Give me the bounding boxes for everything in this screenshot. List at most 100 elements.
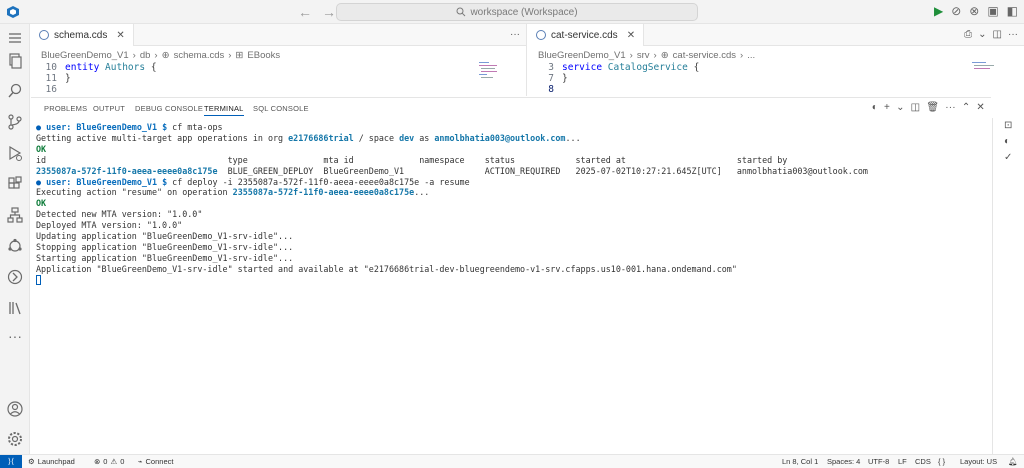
arrow-left-icon[interactable]: ← <box>298 4 312 20</box>
terminal-prompt: user: BlueGreenDemo_V1 $ <box>46 176 168 187</box>
terminal-profile-icon[interactable]: ◐ <box>1004 136 1010 147</box>
encoding[interactable]: UTF-8 <box>868 457 889 466</box>
trash-icon[interactable]: 🗑 <box>926 102 939 113</box>
code-line[interactable]: 10 entity Authors { <box>31 62 526 73</box>
terminal-prompt: user: BlueGreenDemo_V1 $ <box>46 122 168 132</box>
terminal-line: Application "BlueGreenDemo_V1-srv-idle" … <box>36 263 737 274</box>
check-icon[interactable]: ✓ <box>1004 152 1012 163</box>
deploy-icon[interactable] <box>6 268 24 286</box>
cds-file-icon <box>536 30 546 40</box>
split-editor-icon[interactable]: ▣ <box>987 4 998 18</box>
split-terminal-icon[interactable]: ◫ <box>911 102 921 113</box>
more-actions-icon[interactable]: ··· <box>510 29 520 40</box>
launchpad-item[interactable]: ⚙ Launchpad <box>28 457 75 466</box>
breadcrumb-item[interactable]: schema.cds <box>174 50 225 61</box>
indentation[interactable]: Spaces: 4 <box>827 457 860 466</box>
launchpad-label: Launchpad <box>37 457 75 466</box>
tab-bar-left: schema.cds ✕ ··· <box>31 24 526 46</box>
extensions-icon[interactable] <box>6 175 24 193</box>
chevron-down-icon[interactable]: ⌄ <box>978 29 986 40</box>
line-number: 3 <box>548 62 554 73</box>
feedback-icon[interactable]: { } <box>938 457 945 466</box>
terminal-table-row: BLUE_GREEN_DEPLOY BlueGreenDemo_V1 ACTIO… <box>217 165 868 176</box>
cds-file-icon <box>39 30 49 40</box>
minimap-right[interactable] <box>968 60 1008 90</box>
library-icon[interactable] <box>6 299 24 317</box>
cds-file-icon: ⊕ <box>161 49 170 61</box>
chevron-right-icon: › <box>154 49 158 61</box>
debug-icon[interactable]: ⊘ <box>951 4 961 18</box>
breadcrumb-item[interactable]: EBooks <box>247 50 280 61</box>
code-line[interactable]: 16 <box>31 84 526 95</box>
code-line[interactable]: 3 service CatalogService { <box>528 62 1024 73</box>
maximize-icon[interactable]: ⌃ <box>962 102 971 113</box>
chevron-right-icon: › <box>132 49 136 61</box>
new-terminal-icon[interactable]: + <box>884 102 890 113</box>
hierarchy-icon[interactable] <box>6 206 24 224</box>
more-icon[interactable]: ··· <box>6 329 24 348</box>
warning-count: 0 <box>120 457 125 466</box>
layout-icon[interactable]: ◧ <box>1007 4 1018 18</box>
more-actions-icon[interactable]: ··· <box>1008 29 1018 40</box>
tab-terminal[interactable]: TERMINAL <box>204 104 244 116</box>
command-center[interactable]: workspace (Workspace) <box>336 3 698 21</box>
tab-debug-console[interactable]: DEBUG CONSOLE <box>135 104 203 113</box>
run-debug-icon[interactable] <box>6 144 24 162</box>
connect-item[interactable]: ⌁ Connect <box>138 457 173 466</box>
cursor-position[interactable]: Ln 8, Col 1 <box>782 457 818 466</box>
tab-output[interactable]: OUTPUT <box>93 104 125 113</box>
split-editor-icon[interactable]: ◫ <box>993 29 1002 40</box>
code-line[interactable]: 11} <box>31 73 526 84</box>
tab-schema-cds[interactable]: schema.cds ✕ <box>31 24 134 46</box>
minimap-left[interactable] <box>475 60 515 90</box>
account-icon[interactable] <box>6 400 24 418</box>
remote-icon[interactable]: ⟩⟨ <box>0 455 22 468</box>
terminal-cursor[interactable] <box>36 275 41 286</box>
terminal-email: anmolbhatia003@outlook.com <box>434 132 566 143</box>
menu-icon[interactable] <box>6 29 24 47</box>
tab-sql-console[interactable]: SQL CONSOLE <box>253 104 309 113</box>
arrow-right-icon[interactable]: → <box>322 4 336 20</box>
breadcrumb-item[interactable]: BlueGreenDemo_V1 <box>538 50 626 61</box>
problems-item[interactable]: ⊗ 0 ⚠ 0 <box>94 457 124 466</box>
close-icon[interactable]: ⊗ <box>969 4 979 18</box>
tab-problems[interactable]: PROBLEMS <box>44 104 87 113</box>
breadcrumb-item[interactable]: ... <box>747 50 755 61</box>
launchpad-icon: ⚙ <box>28 457 35 466</box>
network-icon[interactable] <box>6 237 24 255</box>
breadcrumb-item[interactable]: BlueGreenDemo_V1 <box>41 50 129 61</box>
keyboard-layout[interactable]: Layout: US <box>960 457 997 466</box>
more-actions-icon[interactable]: ··· <box>945 102 956 113</box>
terminal-output[interactable]: ● user: BlueGreenDemo_V1 $ cf mta-ops Ge… <box>36 122 986 286</box>
line-number: 16 <box>45 84 57 95</box>
prompt-marker-icon: ● <box>36 176 42 187</box>
code-editor-right[interactable]: 3 service CatalogService {7} 8 <box>528 62 1024 95</box>
language-mode[interactable]: CDS <box>915 457 931 466</box>
terminal-icon[interactable]: ⊡ <box>1004 120 1012 131</box>
editor-group-left: schema.cds ✕ ··· BlueGreenDemo_V1 › db › ⊕… <box>31 24 527 96</box>
breadcrumb-item[interactable]: db <box>140 50 151 61</box>
code-editor-left[interactable]: 10 entity Authors {11} 16 <box>31 62 526 95</box>
breadcrumb-item[interactable]: cat-service.cds <box>673 50 736 61</box>
gear-icon[interactable] <box>6 430 24 448</box>
tab-cat-service-cds[interactable]: cat-service.cds ✕ <box>528 24 645 46</box>
chevron-down-icon[interactable]: ⌄ <box>896 102 905 113</box>
explorer-icon[interactable] <box>6 52 24 70</box>
end-of-line[interactable]: LF <box>898 457 907 466</box>
source-control-icon[interactable] <box>6 113 24 131</box>
search-icon[interactable] <box>6 82 24 100</box>
close-icon[interactable]: ✕ <box>976 102 985 113</box>
code-line[interactable]: 8 <box>528 84 1024 95</box>
symbol-icon: ⊞ <box>235 49 244 61</box>
preview-icon[interactable]: ⎙ <box>964 29 972 40</box>
terminal-profile-icon[interactable]: ◐ <box>872 102 878 113</box>
code-line[interactable]: 7} <box>528 73 1024 84</box>
bell-icon[interactable]: 🔔︎ <box>1008 457 1018 466</box>
close-icon[interactable]: ✕ <box>116 30 124 41</box>
run-icon[interactable]: ▶ <box>934 4 943 18</box>
warning-icon: ⚠ <box>110 457 118 466</box>
panel-actions: ◐ + ⌄ ◫ 🗑 ··· ⌃ ✕ <box>872 102 985 113</box>
editor-actions-right: ⎙ ⌄ ◫ ··· <box>964 29 1018 40</box>
breadcrumb-item[interactable]: srv <box>637 50 650 61</box>
close-icon[interactable]: ✕ <box>627 30 635 41</box>
